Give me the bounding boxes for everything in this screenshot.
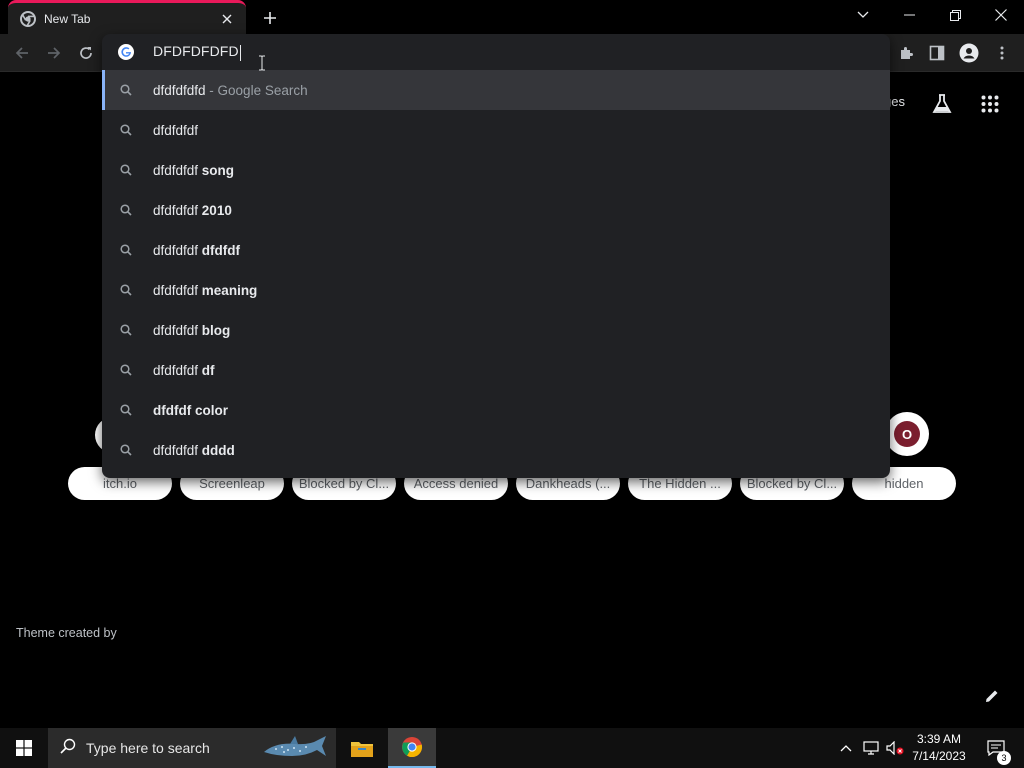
minimize-icon[interactable] bbox=[886, 0, 932, 30]
shortcut-avatar-letter: O bbox=[894, 421, 920, 447]
back-icon[interactable] bbox=[9, 40, 35, 66]
taskbar-search-box[interactable]: Type here to search bbox=[48, 728, 336, 768]
suggestion-suffix: - Google Search bbox=[205, 82, 308, 98]
close-icon[interactable] bbox=[218, 10, 236, 28]
tab-strip: New Tab bbox=[0, 0, 1024, 34]
suggestion-text: dfdfdfdf bbox=[153, 202, 202, 218]
suggestion-text: dfdfdfdf bbox=[153, 162, 202, 178]
search-icon bbox=[118, 402, 134, 418]
close-icon[interactable] bbox=[978, 0, 1024, 30]
suggestion-completion: meaning bbox=[201, 282, 258, 298]
extensions-icon[interactable] bbox=[893, 40, 919, 66]
suggestion-text: dfdfdfdfd bbox=[153, 82, 206, 98]
suggestion-item[interactable]: dfdfdf color bbox=[102, 390, 890, 430]
omnibox-text[interactable]: DFDFDFDFD bbox=[153, 43, 241, 61]
shortcut-avatar[interactable]: O bbox=[885, 412, 929, 456]
omnibox-popup: DFDFDFDFD dfdfdfdfd - Google Search dfdf… bbox=[102, 34, 890, 478]
suggestion-completion: song bbox=[201, 162, 235, 178]
clock-date: 7/14/2023 bbox=[912, 749, 966, 763]
suggestion-list: dfdfdfdfd - Google Search dfdfdfdf dfdfd… bbox=[102, 70, 890, 470]
suggestion-item[interactable]: dfdfdfdf bbox=[102, 110, 890, 150]
suggestion-item[interactable]: dfdfdfdf meaning bbox=[102, 270, 890, 310]
menu-icon[interactable] bbox=[989, 40, 1015, 66]
suggestion-item[interactable]: dfdfdfdf df bbox=[102, 350, 890, 390]
tab-title: New Tab bbox=[44, 11, 91, 26]
text-cursor-icon bbox=[258, 55, 266, 71]
theme-credit[interactable]: Theme created by bbox=[16, 626, 117, 640]
volume-muted-icon[interactable] bbox=[884, 728, 906, 768]
search-icon bbox=[60, 738, 76, 759]
whale-shark-illustration bbox=[262, 734, 328, 762]
google-logo-icon bbox=[118, 44, 134, 60]
search-icon bbox=[118, 162, 134, 178]
suggestion-text: dfdfdfdf bbox=[153, 282, 202, 298]
search-icon bbox=[118, 442, 134, 458]
suggestion-item[interactable]: dfdfdfdf dddd bbox=[102, 430, 890, 470]
search-icon bbox=[118, 282, 134, 298]
suggestion-completion: dfdfdf color bbox=[153, 402, 228, 418]
taskbar-search-placeholder: Type here to search bbox=[86, 740, 210, 756]
suggestion-text: dfdfdfdf bbox=[153, 442, 202, 458]
search-icon bbox=[118, 242, 134, 258]
suggestion-completion: blog bbox=[201, 322, 231, 338]
notification-count-badge: 3 bbox=[997, 751, 1011, 765]
chrome-icon[interactable] bbox=[388, 728, 436, 768]
clock[interactable]: 3:39 AM 7/14/2023 bbox=[906, 731, 972, 765]
network-icon[interactable] bbox=[860, 728, 882, 768]
search-icon bbox=[118, 202, 134, 218]
suggestion-completion: dddd bbox=[201, 442, 235, 458]
pencil-icon[interactable] bbox=[982, 686, 1002, 706]
reload-icon[interactable] bbox=[73, 40, 99, 66]
suggestion-text: dfdfdfdf bbox=[153, 242, 202, 258]
suggestion-completion: 2010 bbox=[201, 202, 232, 218]
side-panel-icon[interactable] bbox=[924, 40, 950, 66]
file-explorer-icon[interactable] bbox=[338, 728, 386, 768]
restore-icon[interactable] bbox=[932, 0, 978, 30]
suggestion-item[interactable]: dfdfdfdf song bbox=[102, 150, 890, 190]
suggestion-item[interactable]: dfdfdfdf blog bbox=[102, 310, 890, 350]
notifications-icon[interactable]: 3 bbox=[978, 728, 1014, 768]
search-icon bbox=[118, 122, 134, 138]
windows-start-icon[interactable] bbox=[0, 728, 48, 768]
tab-search-icon[interactable] bbox=[840, 0, 886, 30]
forward-icon[interactable] bbox=[41, 40, 67, 66]
clock-time: 3:39 AM bbox=[916, 732, 962, 746]
search-icon bbox=[118, 322, 134, 338]
chevron-up-icon[interactable] bbox=[836, 728, 856, 768]
omnibox-input[interactable]: DFDFDFDFD bbox=[102, 34, 890, 70]
suggestion-completion: df bbox=[201, 362, 215, 378]
suggestion-item[interactable]: dfdfdfdf dfdfdf bbox=[102, 230, 890, 270]
tab-new-tab[interactable]: New Tab bbox=[8, 0, 246, 34]
suggestion-text: dfdfdfdf bbox=[153, 122, 199, 138]
suggestion-item[interactable]: dfdfdfdf 2010 bbox=[102, 190, 890, 230]
profile-icon[interactable] bbox=[956, 40, 982, 66]
taskbar: Type here to search 3:39 AM 7/14/2023 3 bbox=[0, 728, 1024, 768]
chrome-icon bbox=[20, 10, 36, 27]
suggestion-text: dfdfdfdf bbox=[153, 362, 202, 378]
omnibox-typed-text: DFDFDFDFD bbox=[153, 43, 239, 60]
text-caret bbox=[239, 44, 241, 61]
suggestion-item[interactable]: dfdfdfdfd - Google Search bbox=[102, 70, 890, 110]
suggestion-completion: dfdfdf bbox=[201, 242, 241, 258]
search-icon bbox=[118, 82, 134, 98]
labs-flask-icon[interactable] bbox=[930, 92, 954, 116]
plus-icon[interactable] bbox=[258, 6, 282, 30]
search-icon bbox=[118, 362, 134, 378]
suggestion-text: dfdfdfdf bbox=[153, 322, 202, 338]
apps-grid-icon[interactable] bbox=[978, 92, 1002, 116]
